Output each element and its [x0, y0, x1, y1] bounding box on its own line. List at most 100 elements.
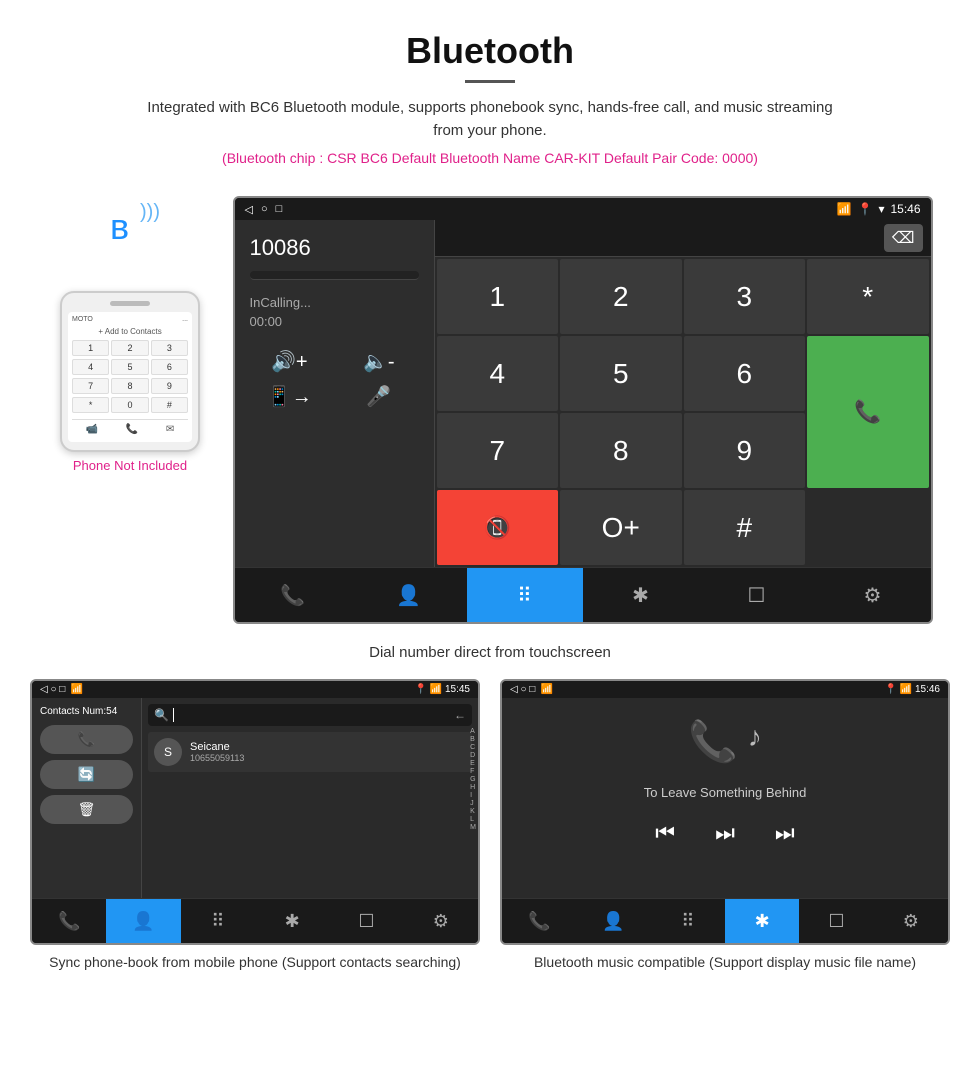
- music-controls: ⏮ ⏭ ⏭: [655, 820, 794, 846]
- nav-bluetooth-button[interactable]: ✱: [583, 568, 699, 622]
- alpha-a[interactable]: A: [470, 728, 476, 735]
- wifi-icon: ▾: [878, 202, 884, 216]
- alpha-g[interactable]: G: [470, 776, 476, 783]
- alpha-i[interactable]: I: [470, 792, 476, 799]
- back-arrow-icon[interactable]: ←: [454, 708, 466, 722]
- phone-key-2[interactable]: 2: [111, 340, 148, 356]
- car-status-bar: ◁ ○ □ 📶 📍 ▾ 15:46: [235, 198, 931, 220]
- call-red-button[interactable]: 📵: [437, 490, 559, 565]
- contacts-nav-contacts[interactable]: 👤: [106, 899, 180, 943]
- alpha-e[interactable]: E: [470, 760, 476, 767]
- contacts-nav-settings[interactable]: ⚙: [404, 899, 478, 943]
- phone-video-icon[interactable]: 📹: [86, 424, 98, 435]
- music-frame: ◁ ○ □ 📶 📍 📶 15:46 📞 ♪ To Leave Something…: [500, 679, 950, 945]
- contacts-nav-bt[interactable]: ✱: [255, 899, 329, 943]
- contacts-call-btn[interactable]: 📞: [40, 725, 133, 754]
- microphone-icon[interactable]: 🎤: [339, 384, 419, 409]
- phone-call-icon[interactable]: 📞: [126, 424, 138, 435]
- contacts-num: Contacts Num:54: [40, 706, 133, 717]
- next-track-button[interactable]: ⏭: [775, 820, 795, 846]
- contacts-list-item[interactable]: S Seicane 10655059113: [148, 732, 472, 772]
- home-icon[interactable]: ○: [261, 203, 268, 215]
- contacts-body: Contacts Num:54 📞 🔄 🗑 🔍 ← S Seicane: [32, 698, 478, 898]
- dialkey-6[interactable]: 6: [684, 336, 806, 411]
- nav-phone-button[interactable]: 📞: [235, 568, 351, 622]
- nav-contacts-button[interactable]: 👤: [351, 568, 467, 622]
- recent-icon[interactable]: □: [276, 203, 283, 215]
- music-nav-transfer[interactable]: ☐: [799, 899, 873, 943]
- contacts-nav-transfer[interactable]: ☐: [329, 899, 403, 943]
- music-nav-dialpad[interactable]: ⠿: [651, 899, 725, 943]
- phone-screen-top: MOTO ...: [72, 316, 188, 323]
- phone-key-9[interactable]: 9: [151, 378, 188, 394]
- music-nav-phone[interactable]: 📞: [502, 899, 576, 943]
- phone-transfer-icon[interactable]: 📱→: [250, 384, 330, 409]
- search-icon: 🔍: [154, 708, 169, 722]
- phone-key-8[interactable]: 8: [111, 378, 148, 394]
- music-body: 📞 ♪ To Leave Something Behind ⏮ ⏭ ⏭: [502, 698, 948, 898]
- dialkey-8[interactable]: 8: [560, 413, 682, 488]
- dialkey-1[interactable]: 1: [437, 259, 559, 334]
- contacts-screenshot-block: ◁ ○ □ 📶 📍 📶 15:45 Contacts Num:54 📞 🔄 🗑 …: [30, 679, 480, 973]
- dialkey-4[interactable]: 4: [437, 336, 559, 411]
- phone-key-5[interactable]: 5: [111, 359, 148, 375]
- contacts-refresh-btn[interactable]: 🔄: [40, 760, 133, 789]
- phone-dial-row-4: * 0 #: [72, 397, 188, 413]
- dialkey-9[interactable]: 9: [684, 413, 806, 488]
- alpha-d[interactable]: D: [470, 752, 476, 759]
- music-nav-bt[interactable]: ✱: [725, 899, 799, 943]
- dial-number-display: 10086: [250, 235, 419, 261]
- nav-transfer-button[interactable]: ☐: [699, 568, 815, 622]
- dialkey-2[interactable]: 2: [560, 259, 682, 334]
- play-pause-button[interactable]: ⏭: [715, 820, 735, 846]
- bluetooth-specs: (Bluetooth chip : CSR BC6 Default Blueto…: [20, 150, 960, 166]
- phone-key-1[interactable]: 1: [72, 340, 109, 356]
- phone-key-4[interactable]: 4: [72, 359, 109, 375]
- phone-carrier: MOTO: [72, 316, 93, 323]
- phone-speaker: [110, 301, 150, 306]
- alpha-k[interactable]: K: [470, 808, 476, 815]
- phone-msg-icon[interactable]: ✉: [166, 424, 174, 435]
- phone-key-star[interactable]: *: [72, 397, 109, 413]
- dialkey-0+[interactable]: O+: [560, 490, 682, 565]
- music-song-title: To Leave Something Behind: [644, 785, 807, 800]
- phone-key-3[interactable]: 3: [151, 340, 188, 356]
- alpha-f[interactable]: F: [470, 768, 476, 775]
- music-caption: Bluetooth music compatible (Support disp…: [534, 953, 916, 973]
- phone-dial-row-2: 4 5 6: [72, 359, 188, 375]
- contacts-right-panel: 🔍 ← S Seicane 10655059113 A B: [142, 698, 478, 898]
- nav-settings-button[interactable]: ⚙: [815, 568, 931, 622]
- music-nav-contacts[interactable]: 👤: [576, 899, 650, 943]
- contacts-nav-phone[interactable]: 📞: [32, 899, 106, 943]
- alpha-b[interactable]: B: [470, 736, 476, 743]
- phone-key-hash[interactable]: #: [151, 397, 188, 413]
- phone-key-6[interactable]: 6: [151, 359, 188, 375]
- backspace-button[interactable]: ⌫: [884, 224, 923, 252]
- volume-up-icon[interactable]: 🔊+: [250, 349, 330, 374]
- dialkey-star[interactable]: *: [807, 259, 929, 334]
- phone-key-7[interactable]: 7: [72, 378, 109, 394]
- alpha-l[interactable]: L: [470, 816, 476, 823]
- nav-dialpad-button[interactable]: ⠿: [467, 568, 583, 622]
- back-icon[interactable]: ◁: [245, 203, 253, 216]
- dialkey-5[interactable]: 5: [560, 336, 682, 411]
- contact-avatar: S: [154, 738, 182, 766]
- volume-down-icon[interactable]: 🔈-: [339, 349, 419, 374]
- music-nav-settings[interactable]: ⚙: [874, 899, 948, 943]
- phone-key-0[interactable]: 0: [111, 397, 148, 413]
- call-green-button[interactable]: 📞: [807, 336, 929, 488]
- contacts-nav-dialpad[interactable]: ⠿: [181, 899, 255, 943]
- alpha-j[interactable]: J: [470, 800, 476, 807]
- music-screenshot-block: ◁ ○ □ 📶 📍 📶 15:46 📞 ♪ To Leave Something…: [500, 679, 950, 973]
- dialkey-3[interactable]: 3: [684, 259, 806, 334]
- alpha-h[interactable]: H: [470, 784, 476, 791]
- main-demo-area: ))) ʙ MOTO ... + Add to Contacts 1 2 3 4…: [0, 186, 980, 634]
- dialkey-hash[interactable]: #: [684, 490, 806, 565]
- alpha-m[interactable]: M: [470, 824, 476, 831]
- dialkey-7[interactable]: 7: [437, 413, 559, 488]
- dial-left-panel: 10086 InCalling... 00:00 🔊+ 🔈- 📱→ 🎤: [235, 220, 435, 567]
- alpha-c[interactable]: C: [470, 744, 476, 751]
- music-icon-area: 📞 ♪: [688, 718, 762, 765]
- prev-track-button[interactable]: ⏮: [655, 820, 675, 846]
- contacts-delete-btn[interactable]: 🗑: [40, 795, 133, 824]
